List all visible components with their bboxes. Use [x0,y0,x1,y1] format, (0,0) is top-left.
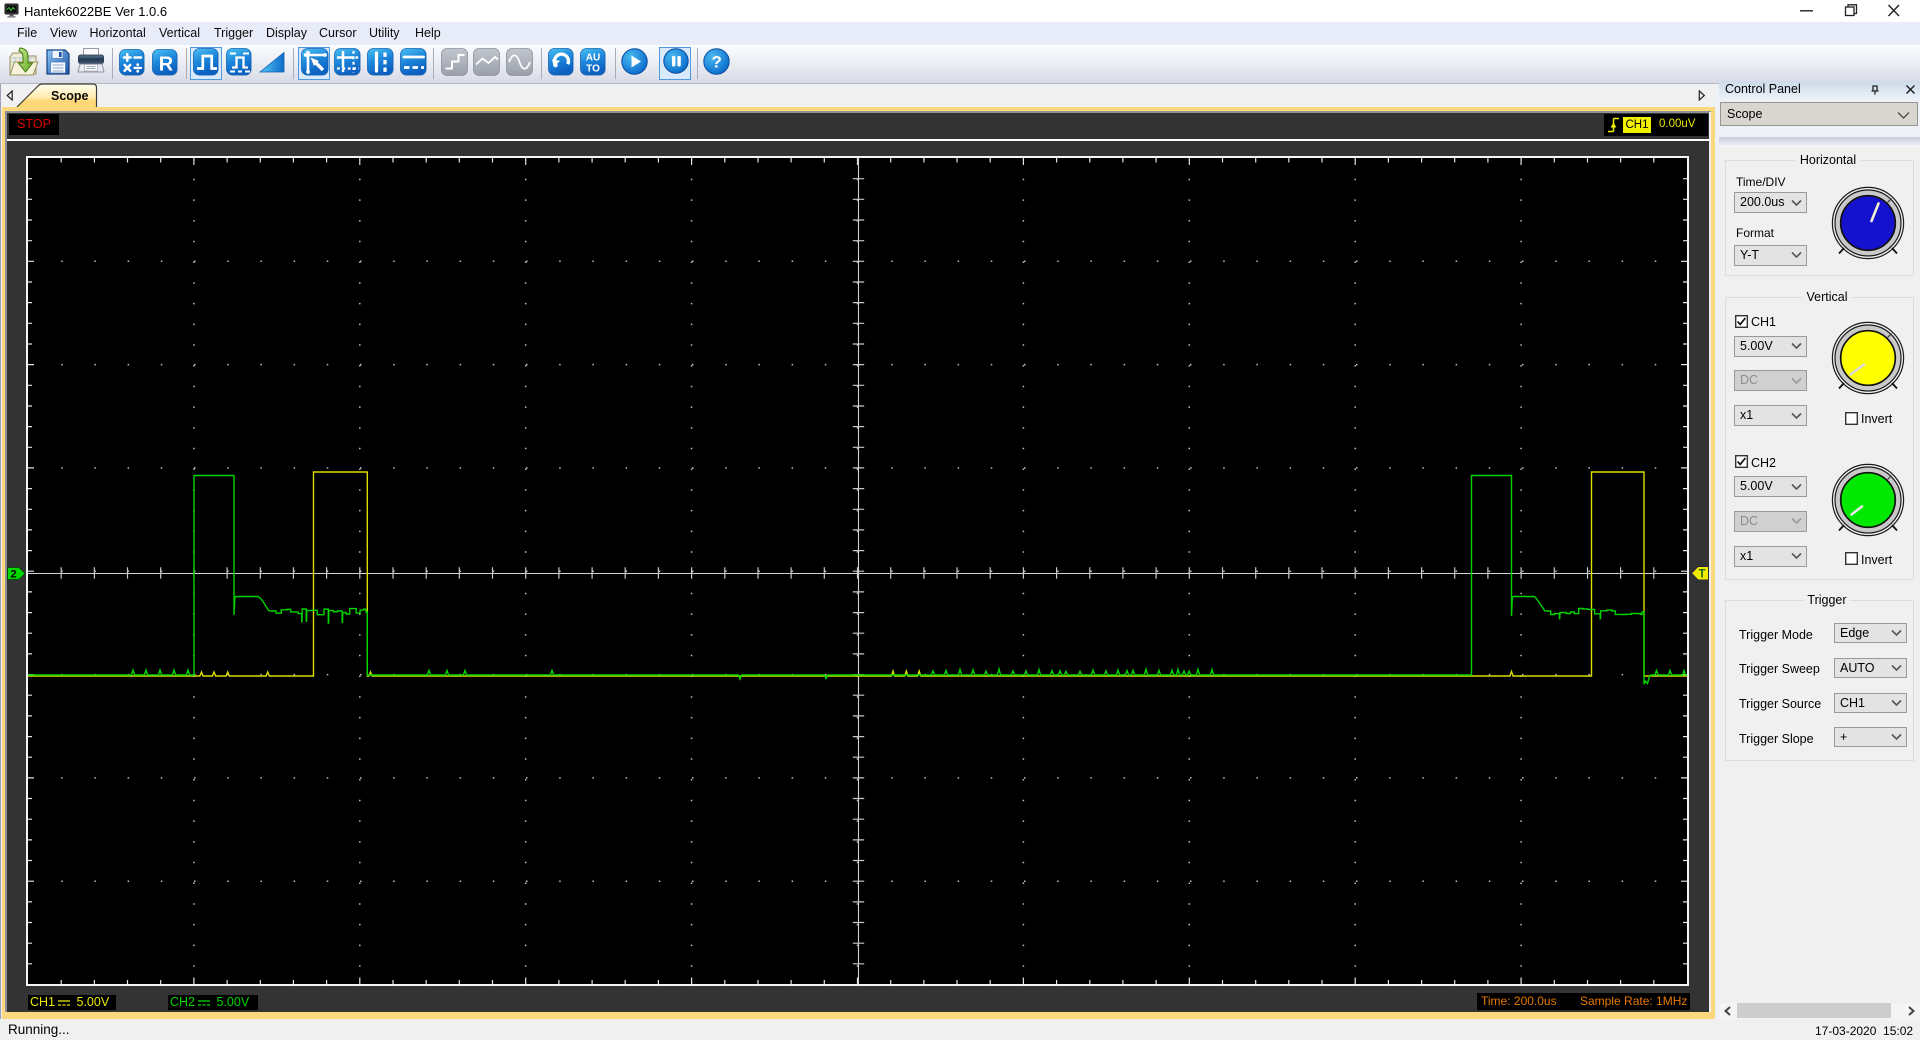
svg-text:R: R [159,54,174,76]
svg-text:?: ? [712,53,722,72]
svg-text:AU: AU [586,53,600,64]
svg-text:TO: TO [586,64,600,75]
svg-text:2: 2 [10,568,16,580]
svg-text:T: T [1698,568,1705,580]
